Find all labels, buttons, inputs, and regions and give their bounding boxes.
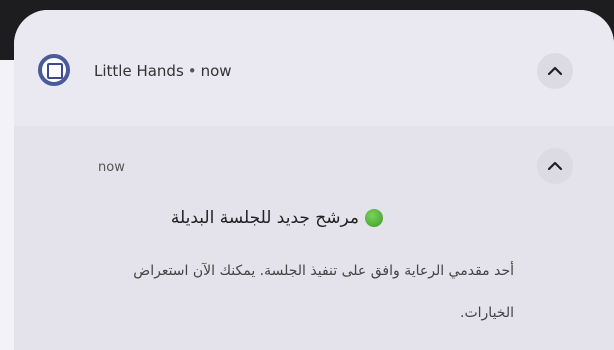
notification-body[interactable]: now مرشح جديد للجلسة البديلة أحد مقدمي ا… — [14, 126, 614, 350]
chevron-up-icon — [547, 66, 563, 76]
header-app-info: Little Hands • now — [94, 62, 232, 80]
chevron-up-icon — [547, 161, 563, 171]
notification-title-text: مرشح جديد للجلسة البديلة — [170, 208, 359, 228]
header-time: now — [200, 62, 232, 80]
header-separator: • — [187, 62, 197, 80]
notification-time: now — [98, 160, 125, 175]
app-square-icon — [38, 54, 70, 86]
collapse-notification-button[interactable] — [537, 148, 573, 184]
app-name: Little Hands — [94, 62, 184, 80]
collapse-group-button[interactable] — [537, 53, 573, 89]
app-icon-inner — [47, 63, 63, 79]
notification-card[interactable]: Little Hands • now now مرشح جديد للجلسة ال… — [14, 10, 614, 350]
notification-header: Little Hands • now — [14, 10, 614, 126]
notification-message: أحد مقدمي الرعاية وافق على تنفيذ الجلسة.… — [133, 263, 514, 321]
green-circle-icon — [365, 209, 383, 227]
notification-title: مرشح جديد للجلسة البديلة — [171, 208, 383, 228]
